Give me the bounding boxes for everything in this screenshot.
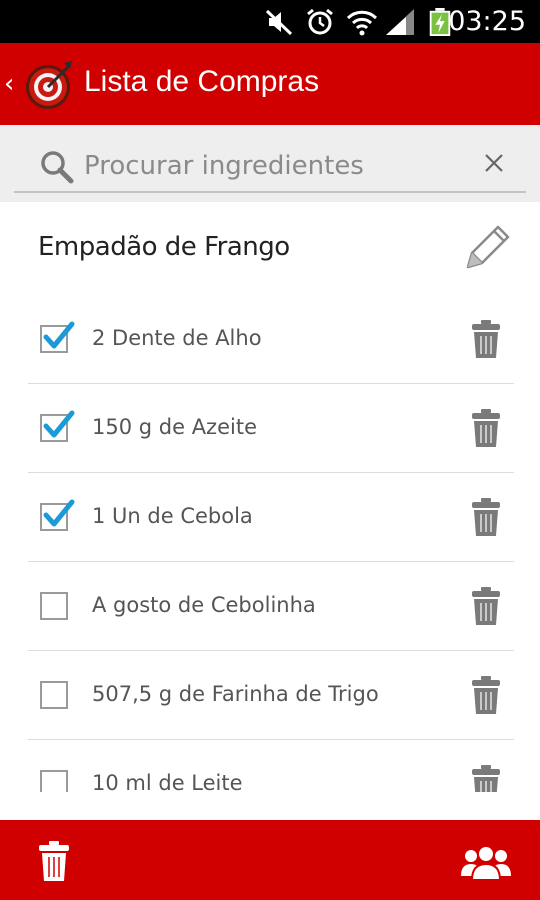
search-input[interactable] bbox=[84, 144, 464, 188]
list-item: 507,5 g de Farinha de Trigo bbox=[28, 651, 514, 740]
trash-icon[interactable] bbox=[471, 586, 501, 626]
item-label: 1 Un de Cebola bbox=[92, 504, 253, 528]
search-icon bbox=[41, 151, 74, 184]
trash-icon[interactable] bbox=[471, 764, 501, 792]
page-title: Lista de Compras bbox=[84, 65, 320, 98]
status-time: 03:25 bbox=[448, 6, 526, 37]
trash-icon[interactable] bbox=[38, 840, 70, 882]
checkmark-icon bbox=[43, 321, 75, 349]
list-item: 1 Un de Cebola bbox=[28, 473, 514, 562]
recipe-title: Empadão de Frango bbox=[38, 232, 290, 262]
alarm-icon bbox=[307, 8, 333, 35]
list-item: 2 Dente de Alho bbox=[28, 295, 514, 384]
trash-icon[interactable] bbox=[471, 675, 501, 715]
trash-icon[interactable] bbox=[471, 497, 501, 537]
checkmark-icon bbox=[43, 499, 75, 527]
search-box bbox=[14, 140, 526, 193]
item-label: 2 Dente de Alho bbox=[92, 326, 262, 350]
back-chevron-icon[interactable]: ‹ bbox=[4, 69, 14, 99]
list-item: 10 ml de Leite bbox=[28, 740, 514, 792]
item-checkbox[interactable] bbox=[40, 410, 75, 442]
item-label: 10 ml de Leite bbox=[92, 771, 243, 792]
search-bar bbox=[0, 125, 540, 202]
item-checkbox[interactable] bbox=[40, 770, 68, 792]
bottom-bar bbox=[0, 820, 540, 900]
item-checkbox[interactable] bbox=[40, 499, 75, 531]
list-item: 150 g de Azeite bbox=[28, 384, 514, 473]
pencil-icon[interactable] bbox=[460, 221, 512, 273]
item-checkbox[interactable] bbox=[40, 321, 75, 353]
ingredient-list: 2 Dente de Alho 150 g de Azeite 1 Un de Ce… bbox=[28, 295, 514, 792]
clear-icon[interactable] bbox=[482, 151, 506, 175]
list-item: A gosto de Cebolinha bbox=[28, 562, 514, 651]
signal-icon bbox=[386, 9, 414, 35]
item-label: 150 g de Azeite bbox=[92, 415, 257, 439]
mute-icon bbox=[265, 9, 293, 36]
item-checkbox[interactable] bbox=[40, 592, 68, 620]
target-logo-icon[interactable] bbox=[24, 59, 76, 111]
item-label: 507,5 g de Farinha de Trigo bbox=[92, 682, 379, 706]
trash-icon[interactable] bbox=[471, 408, 501, 448]
trash-icon[interactable] bbox=[471, 319, 501, 359]
action-bar: ‹ Lista de Compras bbox=[0, 43, 540, 125]
checkmark-icon bbox=[43, 410, 75, 438]
status-bar: 03:25 bbox=[0, 0, 540, 43]
item-checkbox[interactable] bbox=[40, 681, 68, 709]
item-label: A gosto de Cebolinha bbox=[92, 593, 316, 617]
wifi-icon bbox=[346, 10, 378, 36]
users-group-icon[interactable] bbox=[460, 844, 512, 880]
